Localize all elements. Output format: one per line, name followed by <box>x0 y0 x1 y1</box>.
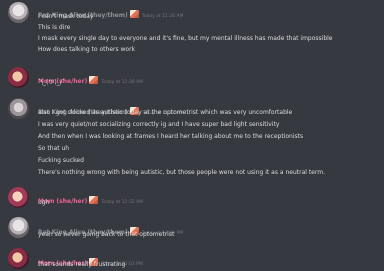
message-text: So that uh <box>38 145 70 152</box>
message-text: I was very quiet/not socializing correct… <box>38 121 280 128</box>
avatar[interactable] <box>8 2 29 23</box>
message-text: How does talking to others work <box>38 46 136 53</box>
avatar[interactable] <box>8 67 29 88</box>
chat-message-list: Rat King Alice (they/them) Today at 11:26… <box>0 0 384 271</box>
timestamp: Today at 11:26 AM <box>141 14 184 19</box>
message-text: also I got clocked as autistic today at … <box>38 109 293 116</box>
message-text: ugh <box>38 199 50 206</box>
badge-icon <box>89 76 99 84</box>
badge-icon <box>129 10 139 18</box>
message-text: I mask every single day to everyone and … <box>38 35 333 42</box>
message-text: that sounds really frustrating <box>38 261 126 268</box>
message-text: I can't mask today <box>38 13 94 20</box>
timestamp: Today at 11:32 AM <box>101 200 144 205</box>
message-text: Fucking sucked <box>38 157 84 164</box>
avatar[interactable] <box>8 248 29 269</box>
message-text: There's nothing wrong with being autisti… <box>38 169 325 176</box>
message-text: This is dire <box>38 24 71 31</box>
badge-icon <box>89 196 99 204</box>
message-text: yeah so never going back to that optomet… <box>38 231 175 238</box>
message-text: ¯\_(ツ)_/¯ <box>38 79 65 86</box>
timestamp: Today at 11:30 AM <box>101 80 144 85</box>
avatar[interactable] <box>8 217 29 238</box>
avatar[interactable] <box>8 187 29 208</box>
message-text: And then when I was looking at frames I … <box>38 133 304 140</box>
avatar[interactable] <box>8 98 29 119</box>
